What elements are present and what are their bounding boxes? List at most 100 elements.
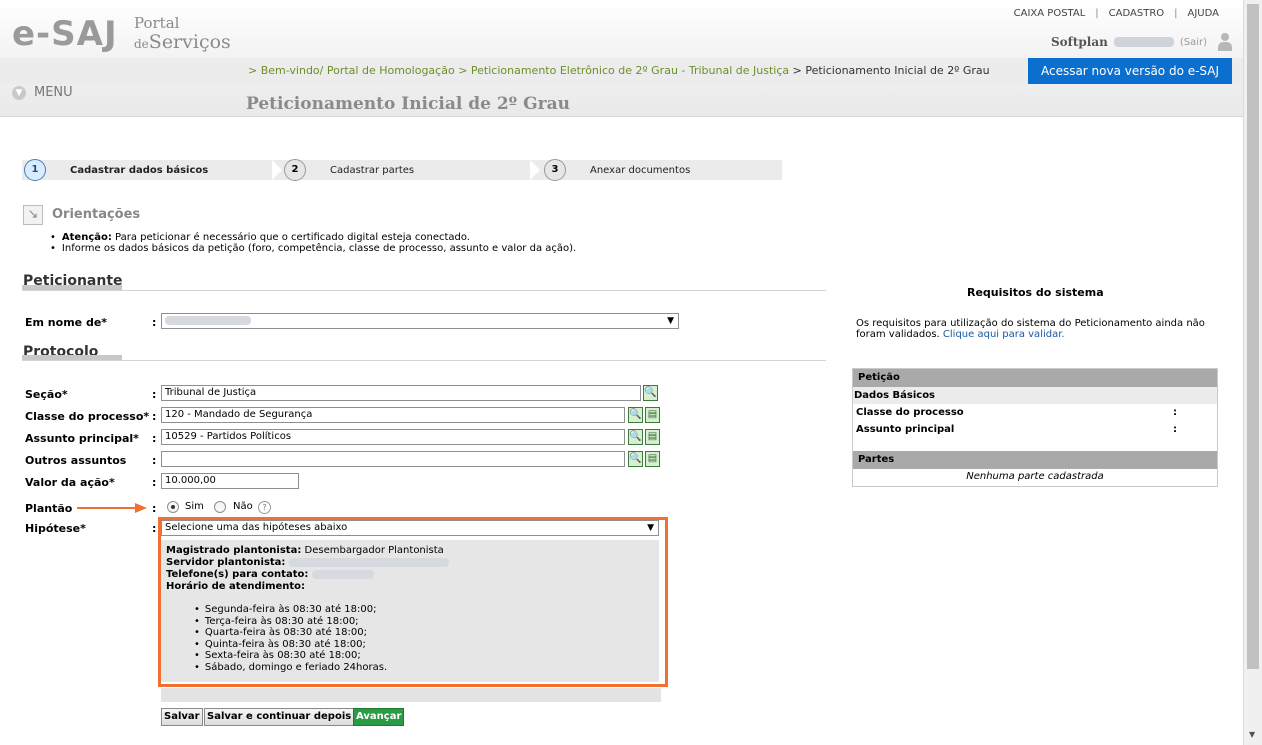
horario-row: Horário de atendimento:: [166, 581, 449, 593]
classe-search-icon[interactable]: 🔍: [628, 407, 643, 423]
ajuda-link[interactable]: AJUDA: [1182, 8, 1225, 19]
panel-footer-strip: [161, 688, 661, 702]
list-item: Terça-feira às 08:30 até 18:00;: [194, 616, 387, 628]
section-divider: [22, 355, 826, 361]
step-separator: [530, 160, 540, 180]
top-links: CAIXA POSTAL | CADASTRO | AJUDA: [1008, 8, 1225, 19]
wizard-step-1[interactable]: 1 Cadastrar dados básicos: [24, 158, 209, 181]
orientacoes-title[interactable]: Orientações: [52, 207, 140, 222]
hipotese-selected-value: Selecione uma das hipóteses abaixo: [165, 522, 348, 533]
chevron-down-icon: ▼: [12, 85, 26, 100]
secao-input[interactable]: Tribunal de Justiça: [161, 385, 641, 401]
magistrado-value: Desembargador Plantonista: [301, 545, 444, 556]
validar-link[interactable]: Clique aqui para validar.: [943, 329, 1065, 340]
outros-search-icon[interactable]: 🔍: [628, 451, 643, 467]
wizard-steps: 1 Cadastrar dados básicos 2 Cadastrar pa…: [22, 158, 782, 181]
step-separator: [272, 160, 282, 180]
secao-search-icon[interactable]: 🔍: [643, 385, 658, 401]
help-icon[interactable]: ?: [258, 501, 271, 514]
summary-partes-header: Partes: [853, 451, 1217, 469]
list-item: Informe os dados básicos da petição (for…: [50, 243, 576, 254]
atencao-text: Para peticionar é necessário que o certi…: [111, 232, 470, 243]
logout-link[interactable]: (Sair): [1180, 37, 1207, 48]
scroll-down-icon[interactable]: ▼: [1249, 730, 1255, 739]
list-item: Quinta-feira às 08:30 até 18:00;: [194, 639, 387, 651]
field-colon: :: [152, 316, 157, 329]
user-name-redacted: [1113, 37, 1174, 47]
salvar-continuar-button[interactable]: Salvar e continuar depois: [204, 708, 355, 726]
breadcrumb-peticionamento-link[interactable]: > Peticionamento Eletrônico de 2º Grau -…: [458, 64, 789, 77]
logo-de-text: de: [134, 37, 149, 51]
outros-assuntos-label: Outros assuntos: [25, 454, 127, 467]
list-item: Quarta-feira às 08:30 até 18:00;: [194, 627, 387, 639]
list-item: Sábado, domingo e feriado 24horas.: [194, 662, 387, 674]
plantao-nao-radio[interactable]: [214, 501, 226, 513]
hipotese-select[interactable]: Selecione uma das hipóteses abaixo ▼: [161, 520, 659, 536]
summary-assunto-colon: :: [1173, 424, 1177, 435]
plantao-nao-label[interactable]: Não: [233, 501, 253, 512]
horario-list: Segunda-feira às 08:30 até 18:00; Terça-…: [194, 604, 387, 673]
em-nome-de-select[interactable]: ▼: [161, 313, 679, 329]
field-colon: :: [152, 432, 157, 445]
valor-acao-input[interactable]: 10.000,00: [161, 473, 299, 489]
requisitos-title: Requisitos do sistema: [967, 286, 1104, 299]
servidor-redacted-value: [288, 557, 449, 567]
assunto-search-icon[interactable]: 🔍: [628, 429, 643, 445]
classe-processo-input[interactable]: 120 - Mandado de Segurança: [161, 407, 625, 423]
user-name: Softplan: [1051, 35, 1108, 49]
summary-nenhuma-parte: Nenhuma parte cadastrada: [966, 471, 1104, 482]
cadastro-link[interactable]: CADASTRO: [1103, 8, 1170, 19]
breadcrumb: > Bem-vindo/ Portal de Homologação > Pet…: [248, 64, 990, 77]
menu-label: MENU: [34, 85, 73, 100]
breadcrumb-home-link[interactable]: > Bem-vindo/ Portal de Homologação: [248, 64, 455, 77]
page-title: Peticionamento Inicial de 2º Grau: [246, 94, 570, 114]
field-colon: :: [152, 454, 157, 467]
step-label: Cadastrar partes: [330, 164, 415, 176]
annotation-arrow-head: [135, 503, 147, 513]
assunto-principal-input[interactable]: 10529 - Partidos Políticos: [161, 429, 625, 445]
wizard-step-3[interactable]: 3 Anexar documentos: [544, 158, 691, 181]
summary-peticao-header: Petição: [853, 369, 1217, 387]
list-item: Segunda-feira às 08:30 até 18:00;: [194, 604, 387, 616]
vertical-scrollbar[interactable]: ▼: [1243, 0, 1262, 745]
logo-servicos-text: deServiços: [134, 31, 231, 55]
caixa-postal-link[interactable]: CAIXA POSTAL: [1008, 8, 1092, 19]
plantao-sim-label[interactable]: Sim: [185, 501, 204, 512]
wizard-step-2[interactable]: 2 Cadastrar partes: [284, 158, 415, 181]
logo-servicos-word: Serviços: [148, 31, 231, 53]
menu-button[interactable]: ▼ MENU: [12, 85, 73, 100]
field-colon: :: [152, 476, 157, 489]
chevron-down-icon: ▼: [647, 523, 654, 533]
assunto-principal-label: Assunto principal*: [25, 432, 139, 445]
magistrado-label: Magistrado plantonista:: [166, 545, 302, 556]
step-number: 3: [544, 158, 566, 181]
em-nome-de-label: Em nome de*: [25, 316, 108, 329]
breadcrumb-current: > Peticionamento Inicial de 2º Grau: [792, 64, 990, 77]
salvar-button[interactable]: Salvar: [161, 708, 203, 726]
step-label: Cadastrar dados básicos: [70, 164, 209, 176]
telefone-row: Telefone(s) para contato:: [166, 569, 449, 581]
avancar-button[interactable]: Avançar: [353, 708, 405, 726]
summary-dados-basicos-header: Dados Básicos: [853, 387, 1217, 404]
annotation-arrow: [77, 507, 137, 509]
classe-tree-icon[interactable]: ▤: [645, 407, 660, 423]
atencao-label: Atenção:: [61, 232, 112, 243]
requisitos-text: Os requisitos para utilização do sistema…: [856, 318, 1216, 340]
user-bar: Softplan (Sair): [1051, 31, 1233, 53]
chevron-down-icon: ▼: [667, 316, 674, 326]
list-item: Sexta-feira às 08:30 até 18:00;: [194, 650, 387, 662]
classe-processo-label: Classe do processo*: [25, 410, 150, 423]
user-icon[interactable]: [1217, 33, 1233, 51]
outros-assuntos-input[interactable]: [161, 451, 625, 467]
orientacoes-toggle-icon[interactable]: ↘: [23, 205, 43, 225]
scrollbar-thumb[interactable]: [1247, 4, 1259, 669]
assunto-tree-icon[interactable]: ▤: [645, 429, 660, 445]
plantao-info: Magistrado plantonista: Desembargador Pl…: [166, 545, 449, 593]
new-version-button[interactable]: Acessar nova versão do e-SAJ: [1028, 58, 1232, 84]
logo-esaj-text: e-SAJ: [12, 14, 118, 54]
em-nome-de-redacted-value: [165, 315, 251, 325]
outros-tree-icon[interactable]: ▤: [645, 451, 660, 467]
step-label: Anexar documentos: [590, 164, 691, 176]
logo-portal-text: Portal: [134, 14, 180, 32]
plantao-sim-radio[interactable]: [167, 501, 179, 513]
